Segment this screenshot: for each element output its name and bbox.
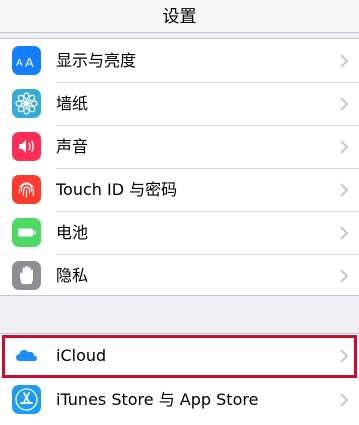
settings-row-label: 电池 [56,223,89,242]
settings-row-label: 隐私 [56,266,89,285]
fingerprint-icon [12,175,41,204]
settings-row-wallpaper[interactable]: 墙纸 [0,82,359,126]
svg-text:A: A [25,55,34,70]
chevron-right-icon [339,348,349,364]
page-title: 设置 [162,7,197,27]
speaker-icon [12,132,41,161]
icloud-icon [12,341,41,370]
app-store-icon [12,385,41,414]
settings-row-touch-id[interactable]: Touch ID 与密码 [0,168,359,212]
chevron-right-icon [339,392,349,408]
chevron-right-icon [339,268,349,284]
chevron-right-icon [339,182,349,198]
chevron-right-icon [339,53,349,69]
settings-group-device: A A 显示与亮度 墙纸 声音 Touch ID 与密码 电池 隐私 [0,38,359,296]
settings-row-battery[interactable]: 电池 [0,211,359,255]
settings-row-sounds[interactable]: 声音 [0,125,359,169]
settings-group-accounts: iCloud iTunes Store 与 App Store [0,333,359,425]
settings-row-label: iTunes Store 与 App Store [56,390,259,409]
chevron-right-icon [339,139,349,155]
wallpaper-flower-icon [12,89,41,118]
privacy-hand-icon [12,261,41,290]
settings-row-label: 声音 [56,137,89,156]
settings-row-label: 显示与亮度 [56,51,137,70]
display-brightness-icon: A A [12,46,41,75]
settings-row-itunes-app-store[interactable]: iTunes Store 与 App Store [0,378,359,422]
settings-row-display-brightness[interactable]: A A 显示与亮度 [0,39,359,83]
navigation-bar: 设置 [0,0,359,33]
chevron-right-icon [339,225,349,241]
settings-row-icloud[interactable]: iCloud [0,334,359,378]
settings-row-label: 墙纸 [56,94,89,113]
chevron-right-icon [339,96,349,112]
settings-row-label: iCloud [56,346,107,365]
settings-row-label: Touch ID 与密码 [56,180,178,199]
svg-text:A: A [16,58,23,69]
settings-row-privacy[interactable]: 隐私 [0,254,359,298]
battery-icon [12,218,41,247]
